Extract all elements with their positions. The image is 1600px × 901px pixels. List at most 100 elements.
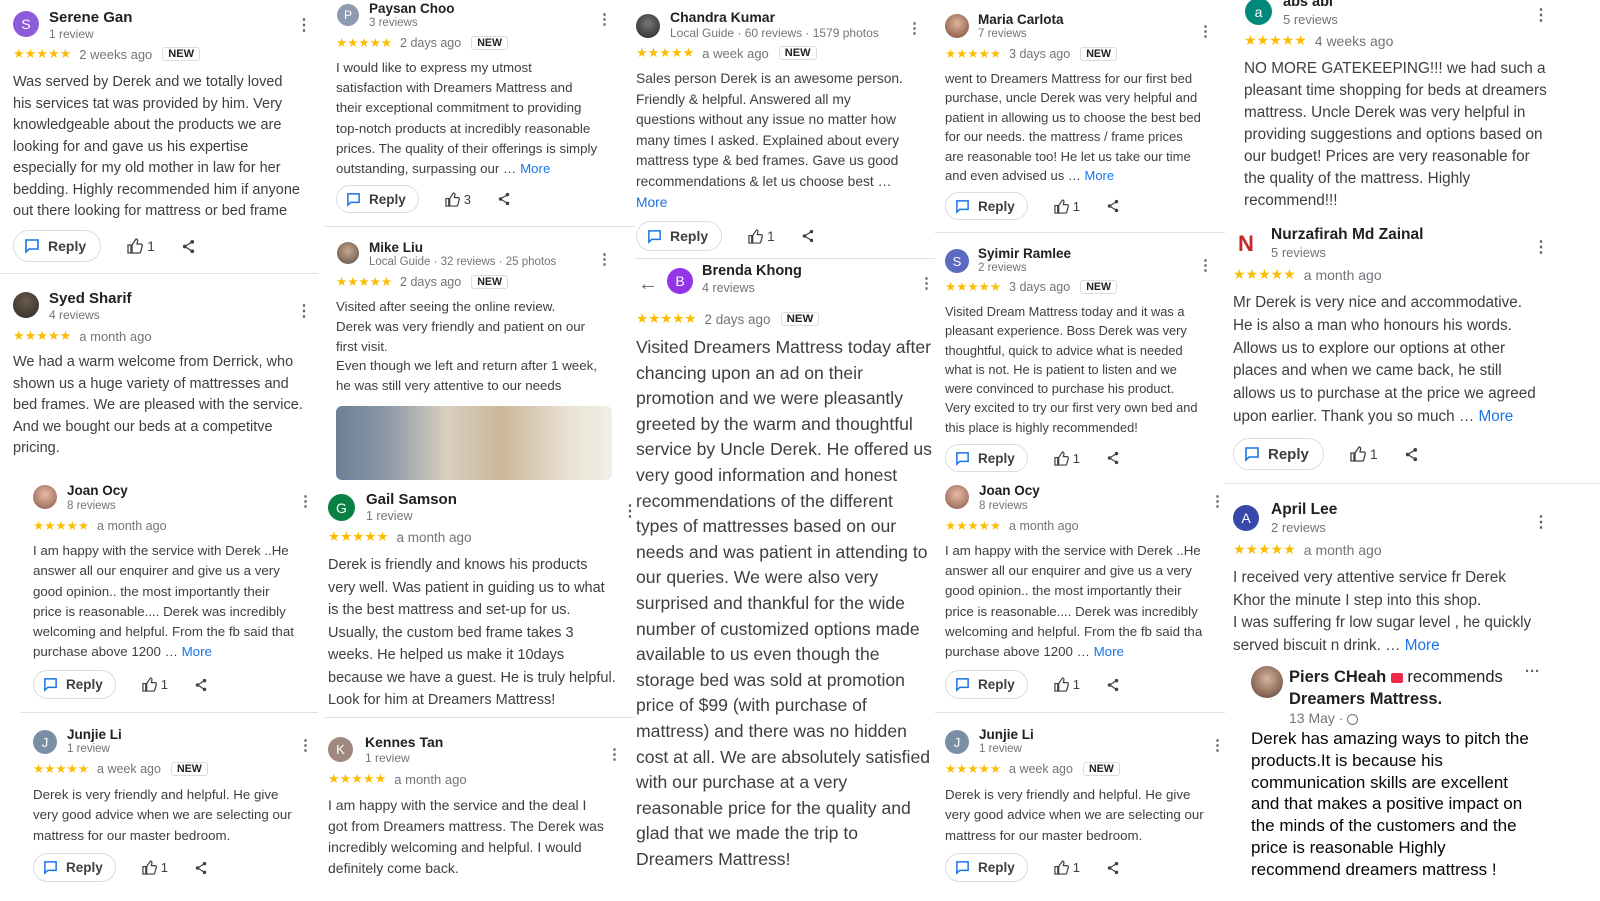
reviewer-name[interactable]: Junjie Li: [979, 727, 1034, 742]
reply-button[interactable]: Reply: [1233, 438, 1324, 470]
more-options-icon[interactable]: ···: [1525, 664, 1540, 679]
more-options-icon[interactable]: ⋮: [607, 747, 622, 762]
like-button[interactable]: 1: [1054, 451, 1080, 466]
review-meta: ★★★★★ 2 days ago NEW: [336, 274, 508, 289]
review-meta: ★★★★★ 4 weeks ago: [1244, 32, 1393, 49]
reply-button[interactable]: Reply: [33, 853, 116, 882]
review-meta: ★★★★★ 2 weeks ago NEW: [13, 46, 201, 62]
more-options-icon[interactable]: ⋮: [298, 494, 313, 509]
more-options-icon[interactable]: ⋮: [622, 504, 635, 520]
like-button[interactable]: 1: [1054, 199, 1080, 214]
more-options-icon[interactable]: ⋮: [296, 18, 312, 34]
more-options-icon[interactable]: ⋮: [597, 252, 612, 267]
share-icon[interactable]: [497, 192, 511, 206]
share-icon[interactable]: [181, 239, 196, 254]
more-options-icon[interactable]: ⋮: [1533, 515, 1549, 531]
like-button[interactable]: 1: [127, 238, 155, 254]
poster-name[interactable]: Piers CHeah: [1289, 668, 1386, 686]
more-options-icon[interactable]: ⋮: [1210, 738, 1225, 753]
more-options-icon[interactable]: ⋮: [296, 304, 312, 320]
share-icon[interactable]: [1404, 447, 1419, 462]
more-options-icon[interactable]: ⋮: [298, 738, 313, 753]
reviewer-name[interactable]: Nurzafirah Md Zainal: [1271, 226, 1423, 244]
reply-button[interactable]: Reply: [33, 670, 116, 699]
review-text: Sales person Derek is an awesome person.…: [636, 69, 903, 213]
more-link[interactable]: More: [1478, 408, 1513, 425]
like-button[interactable]: 3: [445, 192, 471, 207]
recommends-text: recommends: [1407, 668, 1503, 686]
reviewer-name[interactable]: Mike Liu: [369, 240, 423, 255]
review-photo[interactable]: [336, 406, 612, 480]
more-link[interactable]: More: [1094, 644, 1124, 659]
like-count: 1: [1369, 446, 1378, 462]
reviewer-stats: 1 review: [365, 751, 410, 765]
reply-button[interactable]: Reply: [945, 444, 1028, 472]
reviewer-name[interactable]: Gail Samson: [366, 491, 457, 508]
more-link[interactable]: More: [1405, 637, 1440, 654]
like-button[interactable]: 1: [142, 860, 168, 875]
more-link[interactable]: More: [1085, 168, 1115, 183]
reply-button[interactable]: Reply: [336, 185, 419, 213]
reviewer-name[interactable]: Paysan Choo: [369, 1, 455, 16]
share-icon[interactable]: [1106, 861, 1120, 875]
more-link[interactable]: More: [636, 195, 667, 210]
reviewer-name[interactable]: Chandra Kumar: [670, 9, 775, 25]
reply-label: Reply: [978, 860, 1015, 875]
more-options-icon[interactable]: ⋮: [1533, 240, 1549, 256]
review-card: N Nurzafirah Md Zainal 5 reviews ⋮ ★★★★★…: [1225, 220, 1600, 482]
reviewer-name[interactable]: Syed Sharif: [49, 290, 132, 307]
like-button[interactable]: 1: [1054, 860, 1080, 875]
more-options-icon[interactable]: ⋮: [907, 21, 922, 36]
review-time: a month ago: [1303, 266, 1382, 283]
more-options-icon[interactable]: ⋮: [1533, 8, 1549, 24]
share-icon[interactable]: [194, 861, 208, 875]
thumbs-up-icon: [1054, 450, 1069, 466]
reviewer-stats: 2 reviews: [978, 262, 1027, 274]
like-count: 1: [147, 238, 155, 254]
share-icon[interactable]: [194, 678, 208, 692]
share-icon[interactable]: [1106, 678, 1120, 692]
back-arrow-icon[interactable]: ←: [638, 274, 658, 294]
divider: [935, 232, 1225, 233]
like-count: 1: [1072, 450, 1080, 466]
share-icon[interactable]: [1106, 199, 1120, 213]
reviewer-name[interactable]: Joan Ocy: [979, 483, 1040, 498]
reply-button[interactable]: Reply: [945, 670, 1028, 699]
reviewer-name[interactable]: Syimir Ramlee: [978, 246, 1071, 261]
like-button[interactable]: 1: [748, 229, 775, 244]
like-button[interactable]: 1: [142, 677, 168, 692]
post-text: Derek has amazing ways to pitch the prod…: [1251, 729, 1529, 879]
review-time: a month ago: [396, 529, 472, 545]
review-time: a month ago: [79, 328, 152, 344]
share-icon[interactable]: [1106, 451, 1120, 465]
reviewer-name[interactable]: Brenda Khong: [702, 263, 802, 279]
reply-button[interactable]: Reply: [945, 192, 1028, 220]
share-icon[interactable]: [801, 229, 815, 243]
more-link[interactable]: More: [520, 161, 550, 176]
like-button[interactable]: 1: [1054, 677, 1080, 692]
reviewer-name[interactable]: abs abi: [1283, 0, 1333, 10]
reviewer-name[interactable]: Junjie Li: [67, 727, 122, 742]
more-link[interactable]: More: [182, 644, 212, 659]
reply-label: Reply: [978, 450, 1015, 466]
reviewer-name[interactable]: Serene Gan: [49, 9, 132, 26]
reviewer-name[interactable]: April Lee: [1271, 501, 1337, 519]
reviewer-name[interactable]: Maria Carlota: [978, 12, 1064, 27]
more-options-icon[interactable]: ⋮: [1198, 24, 1213, 39]
avatar: K: [328, 737, 353, 762]
like-button[interactable]: 1: [1350, 446, 1378, 462]
more-options-icon[interactable]: ⋮: [1210, 494, 1225, 509]
more-options-icon[interactable]: ⋮: [919, 276, 934, 291]
page-name[interactable]: Dreamers Mattress.: [1289, 690, 1442, 708]
more-options-icon[interactable]: ⋮: [597, 12, 612, 27]
avatar: B: [667, 268, 693, 294]
reply-button[interactable]: Reply: [636, 221, 723, 251]
reply-button[interactable]: Reply: [945, 853, 1028, 882]
review-column-5: a abs abi 5 reviews ⋮ ★★★★★ 4 weeks ago …: [1225, 0, 1600, 901]
reviewer-name[interactable]: Joan Ocy: [67, 483, 128, 498]
more-options-icon[interactable]: ⋮: [1198, 258, 1213, 273]
reply-icon: [347, 192, 360, 207]
review-time: a week ago: [702, 45, 769, 61]
reply-button[interactable]: Reply: [13, 230, 102, 262]
reviewer-name[interactable]: Kennes Tan: [365, 734, 443, 750]
